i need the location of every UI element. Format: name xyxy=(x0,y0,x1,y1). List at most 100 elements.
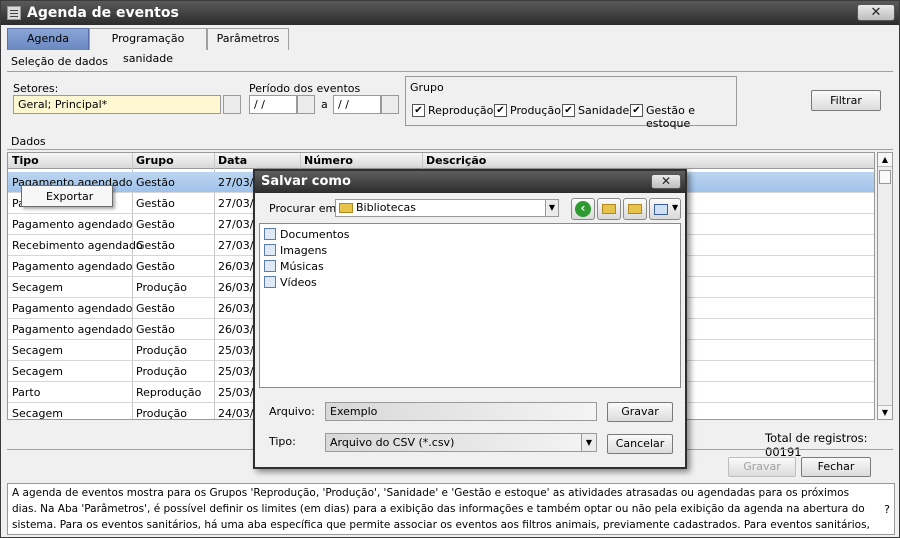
lookin-value: Bibliotecas xyxy=(356,201,417,214)
cell-tipo: Pagamento agendado xyxy=(12,302,133,315)
context-menu: Exportar xyxy=(21,185,113,207)
view-menu-button[interactable]: ▼ xyxy=(649,198,681,220)
lookin-select[interactable]: Bibliotecas xyxy=(335,199,559,217)
cell-tipo: Recebimento agendado xyxy=(12,239,143,252)
grupo-gestao-label: Gestão e estoque xyxy=(646,104,696,130)
up-folder-button[interactable] xyxy=(597,198,621,220)
info-text: A agenda de eventos mostra para os Grupo… xyxy=(12,487,870,531)
tab-agenda[interactable]: Agenda xyxy=(7,28,89,50)
date-from-calendar-button[interactable] xyxy=(297,95,315,114)
videos-icon xyxy=(264,276,276,288)
item-label: Documentos xyxy=(280,228,350,241)
dialog-title-bar[interactable]: Salvar como ✕ xyxy=(255,171,685,193)
check-icon[interactable]: ✔ xyxy=(494,104,507,117)
back-arrow-icon: ‹ xyxy=(575,201,591,217)
cell-tipo: Pagamento agendado xyxy=(12,260,133,273)
date-separator: a xyxy=(321,98,328,111)
chevron-down-icon[interactable]: ▼ xyxy=(581,433,597,452)
tab-programacao-sanidade[interactable]: Programação sanidade xyxy=(89,28,207,65)
help-icon[interactable]: ? xyxy=(884,502,890,518)
column-header-data[interactable]: Data xyxy=(218,154,247,167)
view-grid-icon xyxy=(654,204,668,215)
grupo-producao-label: Produção xyxy=(510,104,561,117)
file-list: Documentos Imagens Músicas Vídeos xyxy=(259,223,681,388)
check-icon[interactable]: ✔ xyxy=(630,104,643,117)
cell-grupo: Produção xyxy=(136,281,187,294)
filtrar-button[interactable]: Filtrar xyxy=(811,90,881,111)
grupo-reproducao-label: Reprodução xyxy=(428,104,494,117)
cell-grupo: Gestão xyxy=(136,302,175,315)
file-name-label: Arquivo: xyxy=(269,405,315,418)
cell-grupo: Gestão xyxy=(136,218,175,231)
grupo-sanidade-label: Sanidade xyxy=(578,104,630,117)
title-bar[interactable]: Agenda de eventos ✕ xyxy=(1,1,899,25)
up-folder-icon xyxy=(602,204,616,214)
cell-grupo: Gestão xyxy=(136,260,175,273)
dialog-close-button[interactable]: ✕ xyxy=(651,174,681,189)
dialog-save-button[interactable]: Gravar xyxy=(607,402,673,422)
cell-tipo: Parto xyxy=(12,386,41,399)
cell-grupo: Produção xyxy=(136,344,187,357)
setores-field[interactable]: Geral; Principal* xyxy=(13,95,221,114)
grupo-groupbox: Grupo ✔ Reprodução ✔ Produção ✔ Sanidade… xyxy=(405,76,737,130)
new-folder-icon xyxy=(628,204,642,214)
scroll-thumb[interactable] xyxy=(879,170,891,184)
cell-tipo: Secagem xyxy=(12,281,64,294)
scroll-down-icon[interactable]: ▼ xyxy=(878,405,892,419)
file-type-select[interactable]: Arquivo do CSV (*.csv) xyxy=(325,433,597,452)
item-label: Vídeos xyxy=(280,276,317,289)
cell-grupo: Produção xyxy=(136,407,187,420)
selection-section-label: Seleção de dados xyxy=(11,55,109,68)
cell-grupo: Gestão xyxy=(136,323,175,336)
date-from-field[interactable]: / / xyxy=(249,95,297,114)
folder-icon xyxy=(339,203,353,213)
chevron-down-icon[interactable]: ▼ xyxy=(545,199,559,217)
column-header-descricao[interactable]: Descrição xyxy=(426,154,486,167)
cell-grupo: Reprodução xyxy=(136,386,202,399)
dados-section-label: Dados xyxy=(11,135,46,148)
column-header-grupo[interactable]: Grupo xyxy=(136,154,174,167)
cell-tipo: Pagamento agendado xyxy=(12,323,133,336)
grupo-label: Grupo xyxy=(410,81,444,94)
setores-label: Setores: xyxy=(13,82,59,95)
divider xyxy=(7,71,893,72)
cell-grupo: Produção xyxy=(136,365,187,378)
app-list-icon xyxy=(7,6,21,20)
total-records: Total de registros: 00191 xyxy=(765,431,868,459)
date-to-field[interactable]: / / xyxy=(333,95,381,114)
file-type-label: Tipo: xyxy=(269,435,296,448)
column-header-tipo[interactable]: Tipo xyxy=(12,154,39,167)
fechar-button[interactable]: Fechar xyxy=(801,457,871,477)
window-close-button[interactable]: ✕ xyxy=(857,4,895,21)
documents-icon xyxy=(264,228,276,240)
info-text-panel: A agenda de eventos mostra para os Grupo… xyxy=(7,483,895,535)
grid-vertical-scrollbar[interactable]: ▲ ▼ xyxy=(877,152,893,420)
file-name-input[interactable]: Exemplo xyxy=(325,402,597,421)
check-icon[interactable]: ✔ xyxy=(562,104,575,117)
cell-grupo: Gestão xyxy=(136,239,175,252)
dialog-cancel-button[interactable]: Cancelar xyxy=(607,434,673,454)
cell-tipo: Secagem xyxy=(12,344,64,357)
column-header-numero[interactable]: Número xyxy=(304,154,353,167)
images-icon xyxy=(264,244,276,256)
item-label: Músicas xyxy=(280,260,324,273)
cell-grupo: Gestão xyxy=(136,197,175,210)
gravar-button[interactable]: Gravar xyxy=(728,457,796,477)
cell-tipo: Secagem xyxy=(12,407,64,420)
check-icon[interactable]: ✔ xyxy=(412,104,425,117)
main-window: Agenda de eventos ✕ Agenda Programação s… xyxy=(0,0,900,538)
date-to-calendar-button[interactable] xyxy=(381,95,399,114)
periodo-label: Período dos eventos xyxy=(249,82,361,95)
item-label: Imagens xyxy=(280,244,328,257)
back-button[interactable]: ‹ xyxy=(571,198,595,220)
new-folder-button[interactable] xyxy=(623,198,647,220)
grid-header: Tipo Grupo Data Número Descrição xyxy=(8,153,874,169)
save-as-dialog: Salvar como ✕ Procurar em : Bibliotecas … xyxy=(253,169,687,469)
setores-picker-button[interactable] xyxy=(223,95,241,114)
tab-parametros[interactable]: Parâmetros xyxy=(207,28,289,50)
chevron-down-icon: ▼ xyxy=(672,203,679,212)
cell-grupo: Gestão xyxy=(136,176,175,189)
cell-tipo: Secagem xyxy=(12,365,64,378)
scroll-up-icon[interactable]: ▲ xyxy=(878,153,892,167)
menu-item-exportar[interactable]: Exportar xyxy=(46,190,93,203)
